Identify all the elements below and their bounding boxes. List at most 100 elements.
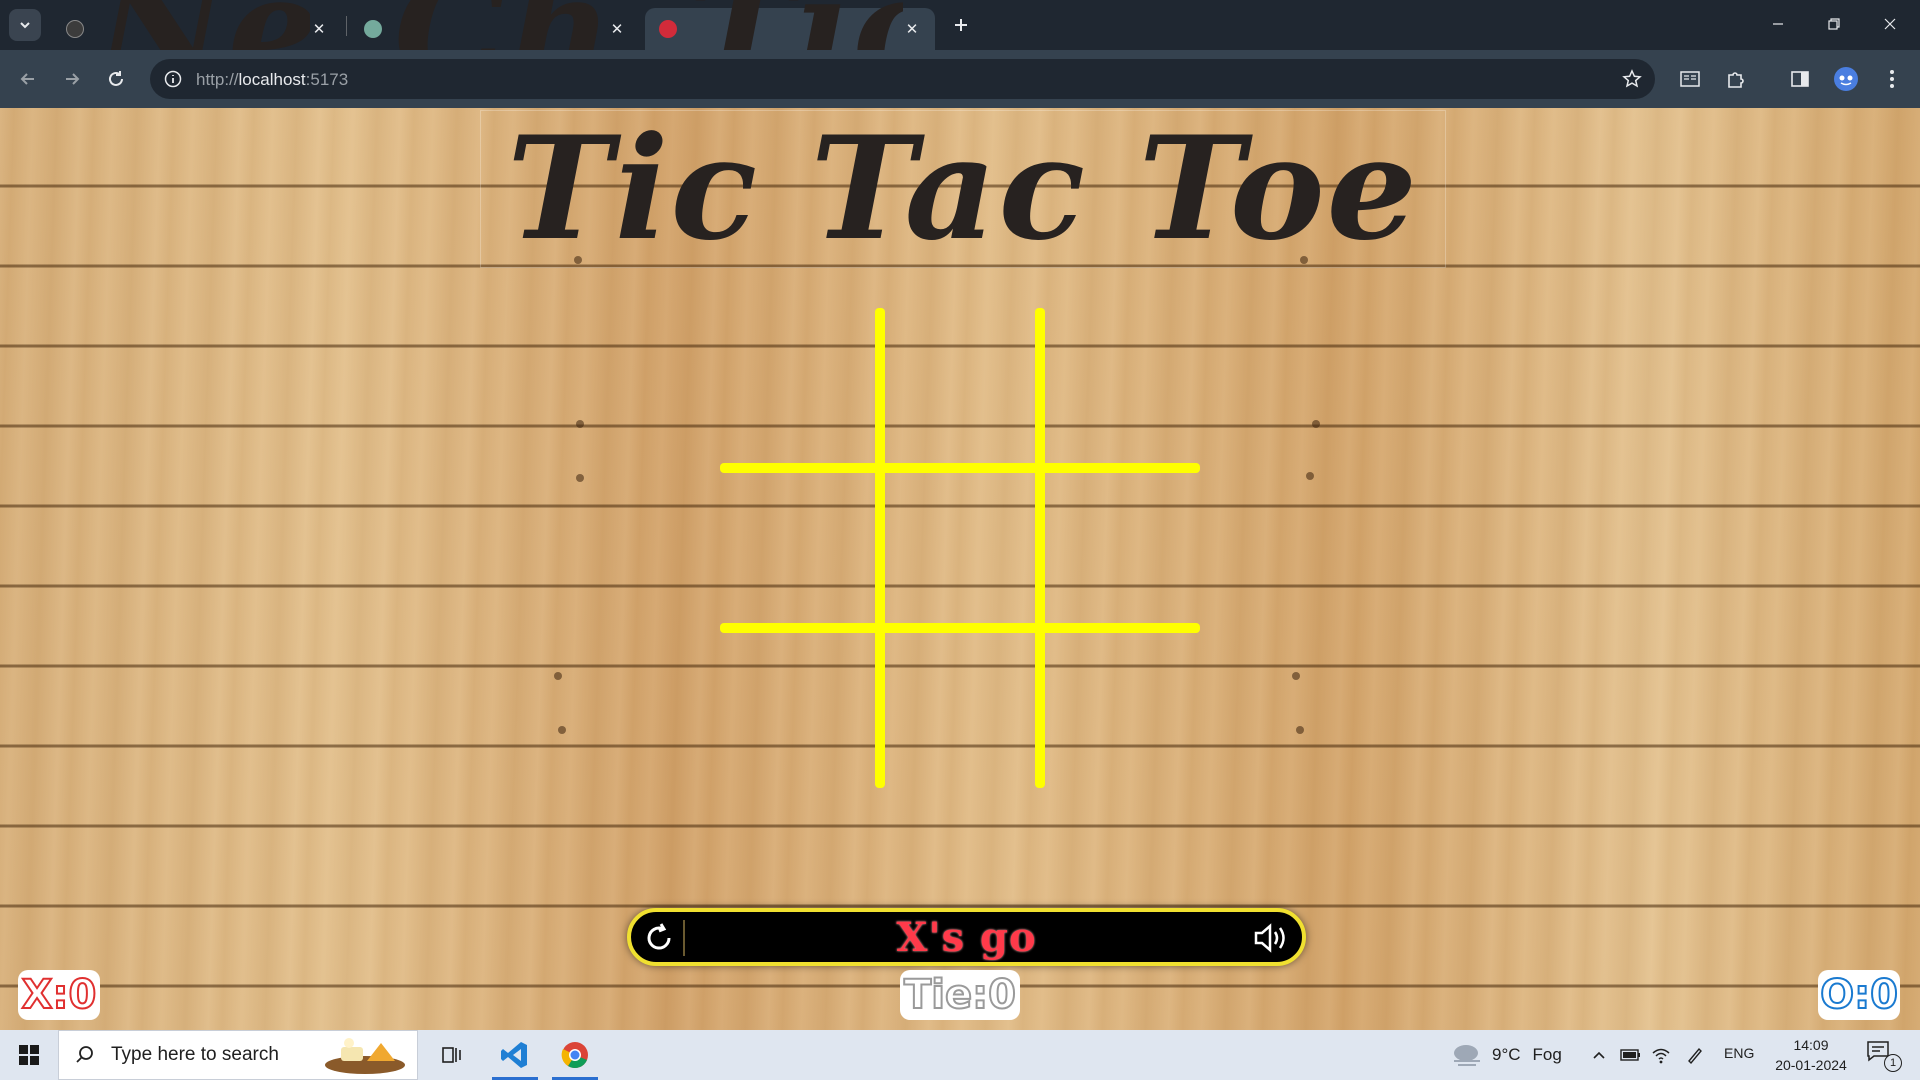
- avatar-icon: [1834, 67, 1858, 91]
- windows-taskbar: Type here to search 9°C Fog ENG 14:09 20…: [0, 1030, 1920, 1080]
- weather-temp: 9°C: [1492, 1045, 1521, 1064]
- profile-button[interactable]: [1830, 63, 1862, 95]
- chevron-up-icon: [1593, 1051, 1605, 1059]
- minimize-button[interactable]: [1756, 8, 1800, 40]
- page-title: Tic Tac Toe: [507, 108, 1419, 272]
- reset-button[interactable]: [639, 918, 679, 958]
- browser-menu-button[interactable]: [1876, 63, 1908, 95]
- board-cell-9[interactable]: [1040, 628, 1200, 788]
- reading-mode-button[interactable]: [1674, 63, 1706, 95]
- board-cell-7[interactable]: [720, 628, 880, 788]
- chrome-icon: [561, 1042, 588, 1069]
- grid-line-vertical: [875, 308, 885, 788]
- board-cell-2[interactable]: [880, 308, 1040, 468]
- back-button[interactable]: [12, 63, 44, 95]
- wood-knot: [1306, 472, 1314, 480]
- extensions-button[interactable]: [1720, 63, 1752, 95]
- arrow-right-icon: [66, 73, 80, 85]
- more-vertical-icon: [1890, 70, 1894, 88]
- tab-separator: [346, 16, 347, 36]
- browser-toolbar: http://localhost:5173: [0, 50, 1920, 108]
- o-score: O:0: [1818, 970, 1900, 1020]
- notification-badge: 1: [1884, 1054, 1902, 1072]
- forward-button[interactable]: [56, 63, 88, 95]
- title-box: Tic Tac Toe: [480, 110, 1446, 268]
- fog-cloud-icon: [1454, 1045, 1480, 1066]
- url-port: :5173: [305, 70, 349, 89]
- reading-mode-icon: [1680, 71, 1700, 87]
- game-page: Tic Tac Toe X's go X:0 Tie:0 O:0: [0, 108, 1920, 1030]
- vscode-taskbar-button[interactable]: [486, 1030, 544, 1080]
- bookmark-star-icon[interactable]: [1621, 68, 1643, 90]
- tab-chatgpt[interactable]: ChatGPT ✕: [350, 0, 640, 100]
- close-icon: [1884, 18, 1896, 30]
- wood-knot: [1296, 726, 1304, 734]
- wood-knot: [554, 672, 562, 680]
- wood-knot: [576, 420, 584, 428]
- chrome-taskbar-button[interactable]: [546, 1030, 604, 1080]
- wood-knot: [1312, 420, 1320, 428]
- notification-center-button[interactable]: 1: [1866, 1040, 1902, 1072]
- start-button[interactable]: [0, 1030, 58, 1080]
- board-cell-6[interactable]: [1040, 468, 1200, 628]
- github-icon: [66, 20, 84, 38]
- tab-github[interactable]: New File at / · HiteshWorks/pas ✕: [52, 0, 342, 100]
- wifi-icon[interactable]: [1648, 1042, 1674, 1068]
- vscode-icon: [501, 1042, 527, 1068]
- plus-icon: [955, 19, 967, 31]
- address-bar[interactable]: http://localhost:5173: [150, 59, 1655, 99]
- app-favicon-icon: [659, 20, 677, 38]
- weather-desc: Fog: [1532, 1045, 1562, 1064]
- search-placeholder: Type here to search: [111, 1044, 279, 1065]
- taskbar-search-box[interactable]: Type here to search: [58, 1030, 418, 1080]
- close-icon[interactable]: ✕: [310, 20, 328, 38]
- game-board: [720, 308, 1200, 788]
- status-bar: X's go: [627, 908, 1306, 966]
- wood-knot: [576, 474, 584, 482]
- board-cell-1[interactable]: [720, 308, 880, 468]
- grid-line-vertical: [1035, 308, 1045, 788]
- clock-time: 14:09: [1793, 1037, 1829, 1053]
- battery-icon[interactable]: [1618, 1042, 1644, 1068]
- board-cell-4[interactable]: [720, 468, 880, 628]
- task-view-icon: [442, 1047, 461, 1063]
- close-window-button[interactable]: [1868, 8, 1912, 40]
- board-cell-3[interactable]: [1040, 308, 1200, 468]
- wood-knot: [1292, 672, 1300, 680]
- site-info-icon[interactable]: [162, 68, 184, 90]
- close-icon[interactable]: ✕: [903, 20, 921, 38]
- clock-date: 20-01-2024: [1775, 1057, 1847, 1073]
- windows-logo-icon: [19, 1045, 39, 1065]
- reload-icon: [109, 71, 123, 86]
- new-tab-button[interactable]: [948, 12, 974, 38]
- side-panel-button[interactable]: [1784, 63, 1816, 95]
- reload-button[interactable]: [100, 63, 132, 95]
- arrow-left-icon: [20, 73, 34, 85]
- tie-score: Tie:0: [900, 970, 1020, 1020]
- search-highlight-image: [325, 1038, 405, 1074]
- url-host: localhost: [238, 70, 306, 89]
- tab-search-button[interactable]: [9, 9, 41, 41]
- url-text[interactable]: http://localhost:5173: [196, 70, 348, 90]
- task-view-button[interactable]: [422, 1030, 480, 1080]
- puzzle-icon: [1728, 72, 1744, 88]
- side-panel-icon: [1791, 71, 1809, 87]
- restart-icon: [647, 923, 671, 950]
- grid-line-horizontal: [720, 623, 1200, 633]
- tab-tic-tac-toe[interactable]: Tic Tac Toe ✕: [645, 0, 935, 100]
- restore-button[interactable]: [1812, 8, 1856, 40]
- show-hidden-icons-button[interactable]: [1586, 1042, 1612, 1068]
- input-language[interactable]: ENG: [1724, 1045, 1754, 1061]
- board-cell-8[interactable]: [880, 628, 1040, 788]
- clock[interactable]: 14:09 20-01-2024: [1766, 1035, 1856, 1075]
- board-cell-5[interactable]: [880, 468, 1040, 628]
- chatgpt-icon: [364, 20, 382, 38]
- minimize-icon: [1773, 23, 1783, 25]
- weather-widget[interactable]: 9°C Fog: [1450, 1030, 1562, 1080]
- close-icon[interactable]: ✕: [608, 20, 626, 38]
- sound-toggle-button[interactable]: [1250, 918, 1294, 958]
- search-icon: [59, 1045, 111, 1065]
- status-divider: [683, 920, 685, 956]
- pen-icon[interactable]: [1682, 1042, 1708, 1068]
- grid-line-horizontal: [720, 463, 1200, 473]
